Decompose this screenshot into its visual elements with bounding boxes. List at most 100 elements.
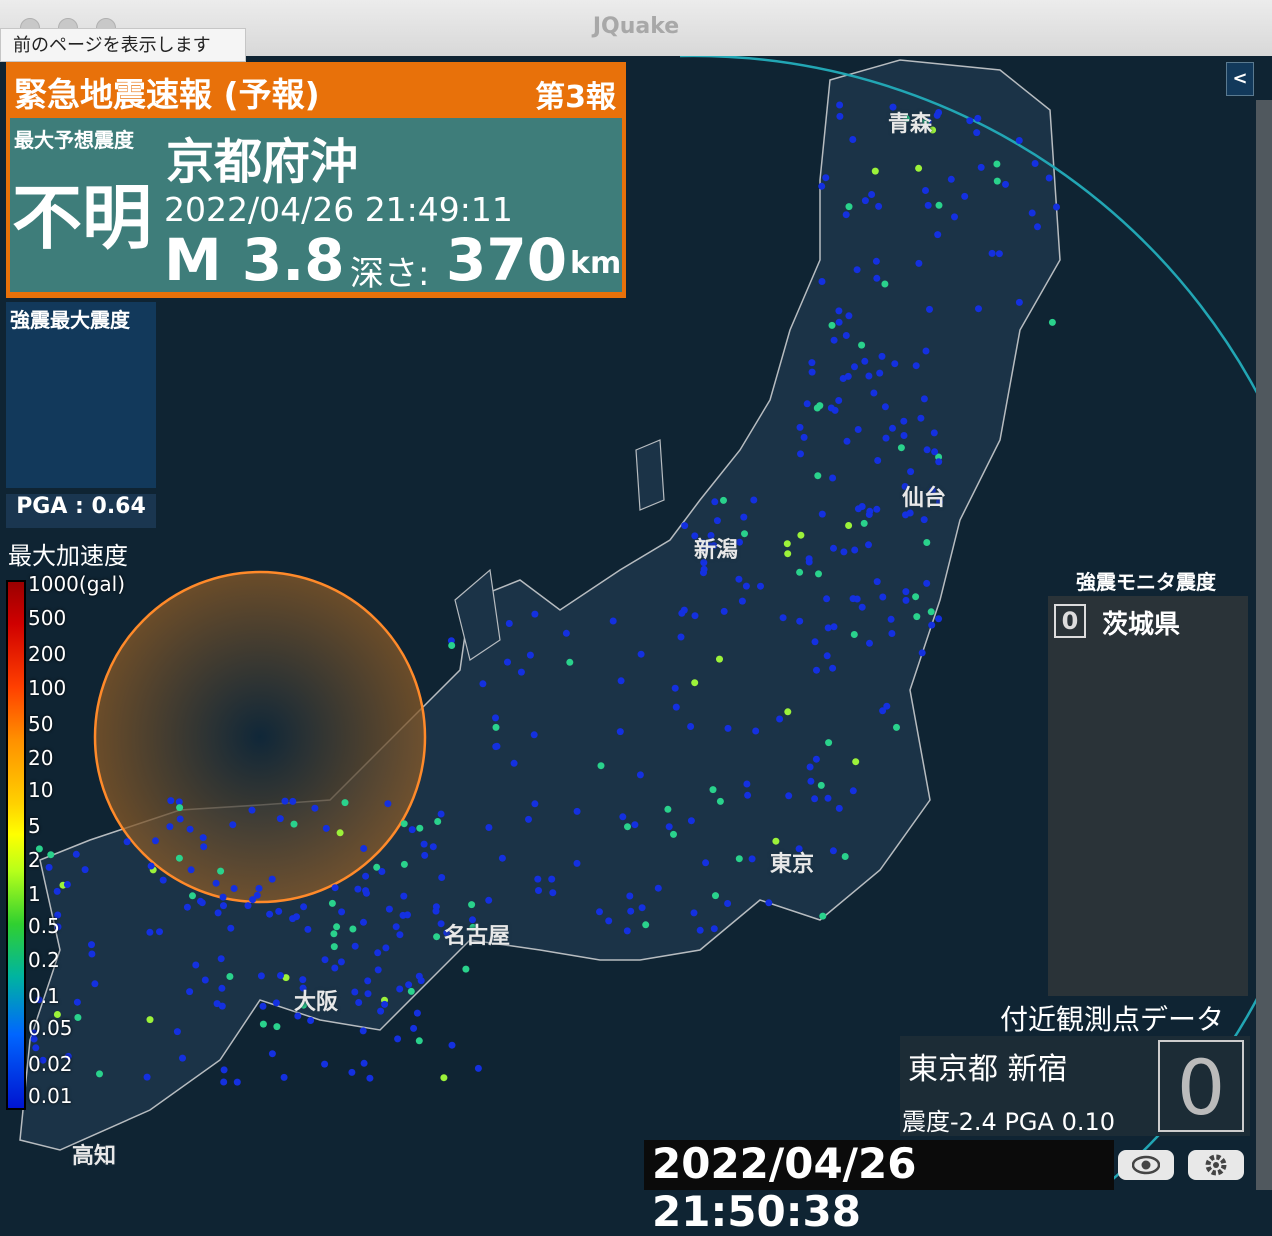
station-marker	[913, 613, 921, 621]
station-marker	[364, 990, 372, 998]
city-label-niigata: 新潟	[694, 538, 739, 563]
station-marker	[268, 875, 276, 883]
eew-body: 最大予想震度 不明 京都府沖 2022/04/26 21:49:11 M 3.8…	[10, 118, 622, 294]
station-marker	[415, 1037, 423, 1045]
station-marker	[835, 307, 843, 315]
station-marker	[573, 807, 581, 815]
station-marker	[186, 988, 194, 996]
station-marker	[492, 714, 499, 722]
station-marker	[865, 541, 872, 549]
station-marker	[498, 854, 506, 862]
station-marker	[510, 759, 518, 767]
station-marker	[812, 755, 820, 763]
station-marker	[687, 817, 695, 825]
station-marker	[841, 853, 849, 860]
legend-label: 200	[28, 642, 67, 666]
station-marker	[830, 623, 838, 631]
station-marker	[664, 805, 672, 813]
station-marker	[96, 1070, 103, 1078]
station-marker	[304, 925, 312, 933]
station-marker	[977, 163, 985, 171]
station-marker	[1028, 209, 1036, 217]
station-marker	[878, 352, 886, 360]
magnitude: M 3.8	[164, 226, 345, 294]
station-marker	[829, 664, 837, 672]
station-marker	[400, 892, 408, 900]
station-marker	[961, 192, 969, 200]
station-marker	[394, 1035, 402, 1043]
station-marker	[429, 843, 437, 851]
settings-button[interactable]	[1188, 1150, 1244, 1180]
station-marker	[526, 651, 534, 659]
station-marker	[354, 885, 362, 893]
station-marker	[624, 823, 631, 831]
station-marker	[189, 892, 196, 900]
station-marker	[351, 988, 359, 996]
station-marker	[433, 933, 441, 941]
station-marker	[866, 639, 873, 647]
station-marker	[654, 884, 662, 892]
station-marker	[808, 368, 816, 376]
legend-label: 20	[28, 746, 54, 770]
station-marker	[311, 804, 319, 812]
station-marker	[281, 797, 289, 805]
station-marker	[493, 742, 501, 750]
station-marker	[784, 708, 792, 716]
collapse-panel-button[interactable]: <	[1226, 62, 1254, 96]
station-marker	[928, 621, 936, 629]
acceleration-color-scale	[6, 580, 26, 1110]
station-marker	[849, 595, 857, 603]
legend-label: 100	[28, 676, 67, 700]
view-button[interactable]	[1118, 1150, 1174, 1180]
station-marker	[865, 511, 873, 518]
station-marker	[803, 400, 811, 408]
station-marker	[562, 629, 570, 637]
station-marker	[881, 403, 889, 411]
station-marker	[818, 182, 826, 190]
station-marker	[492, 723, 500, 731]
strong-motion-max-panel: 強震最大震度	[6, 302, 156, 488]
station-marker	[797, 450, 804, 458]
land-sado	[635, 439, 665, 511]
back-tooltip: 前のページを表示します	[0, 28, 246, 62]
station-marker	[159, 876, 167, 884]
station-marker	[167, 797, 175, 805]
station-marker	[917, 414, 925, 422]
station-marker	[505, 620, 513, 627]
station-marker	[1031, 160, 1039, 167]
station-marker	[32, 1044, 40, 1052]
station-marker	[53, 887, 61, 895]
station-marker	[355, 999, 363, 1006]
station-marker	[926, 305, 933, 313]
station-marker	[293, 913, 300, 921]
side-strip	[1256, 100, 1272, 1190]
city-label-nagoya: 名古屋	[444, 924, 511, 949]
station-marker	[597, 762, 605, 770]
station-marker	[947, 175, 955, 183]
station-marker	[830, 336, 838, 344]
station-marker	[716, 655, 723, 663]
station-marker	[400, 820, 408, 828]
station-marker	[277, 972, 284, 979]
station-marker	[740, 513, 748, 521]
station-marker	[738, 597, 746, 605]
station-marker	[814, 472, 822, 480]
station-marker	[920, 395, 928, 403]
station-marker	[776, 715, 784, 723]
station-marker	[384, 800, 392, 808]
eew-report-number: 第3報	[535, 80, 616, 115]
station-marker	[548, 875, 556, 883]
station-marker	[192, 961, 200, 969]
station-marker	[935, 615, 943, 623]
station-marker	[333, 923, 341, 931]
station-marker	[813, 666, 820, 674]
station-marker	[696, 926, 704, 934]
station-marker	[842, 211, 850, 219]
station-marker	[366, 1074, 374, 1082]
depth-unit: km	[570, 246, 622, 281]
station-marker	[549, 889, 557, 897]
station-marker	[218, 984, 226, 992]
station-marker	[392, 923, 400, 931]
station-marker	[836, 112, 844, 120]
station-marker	[879, 707, 887, 715]
